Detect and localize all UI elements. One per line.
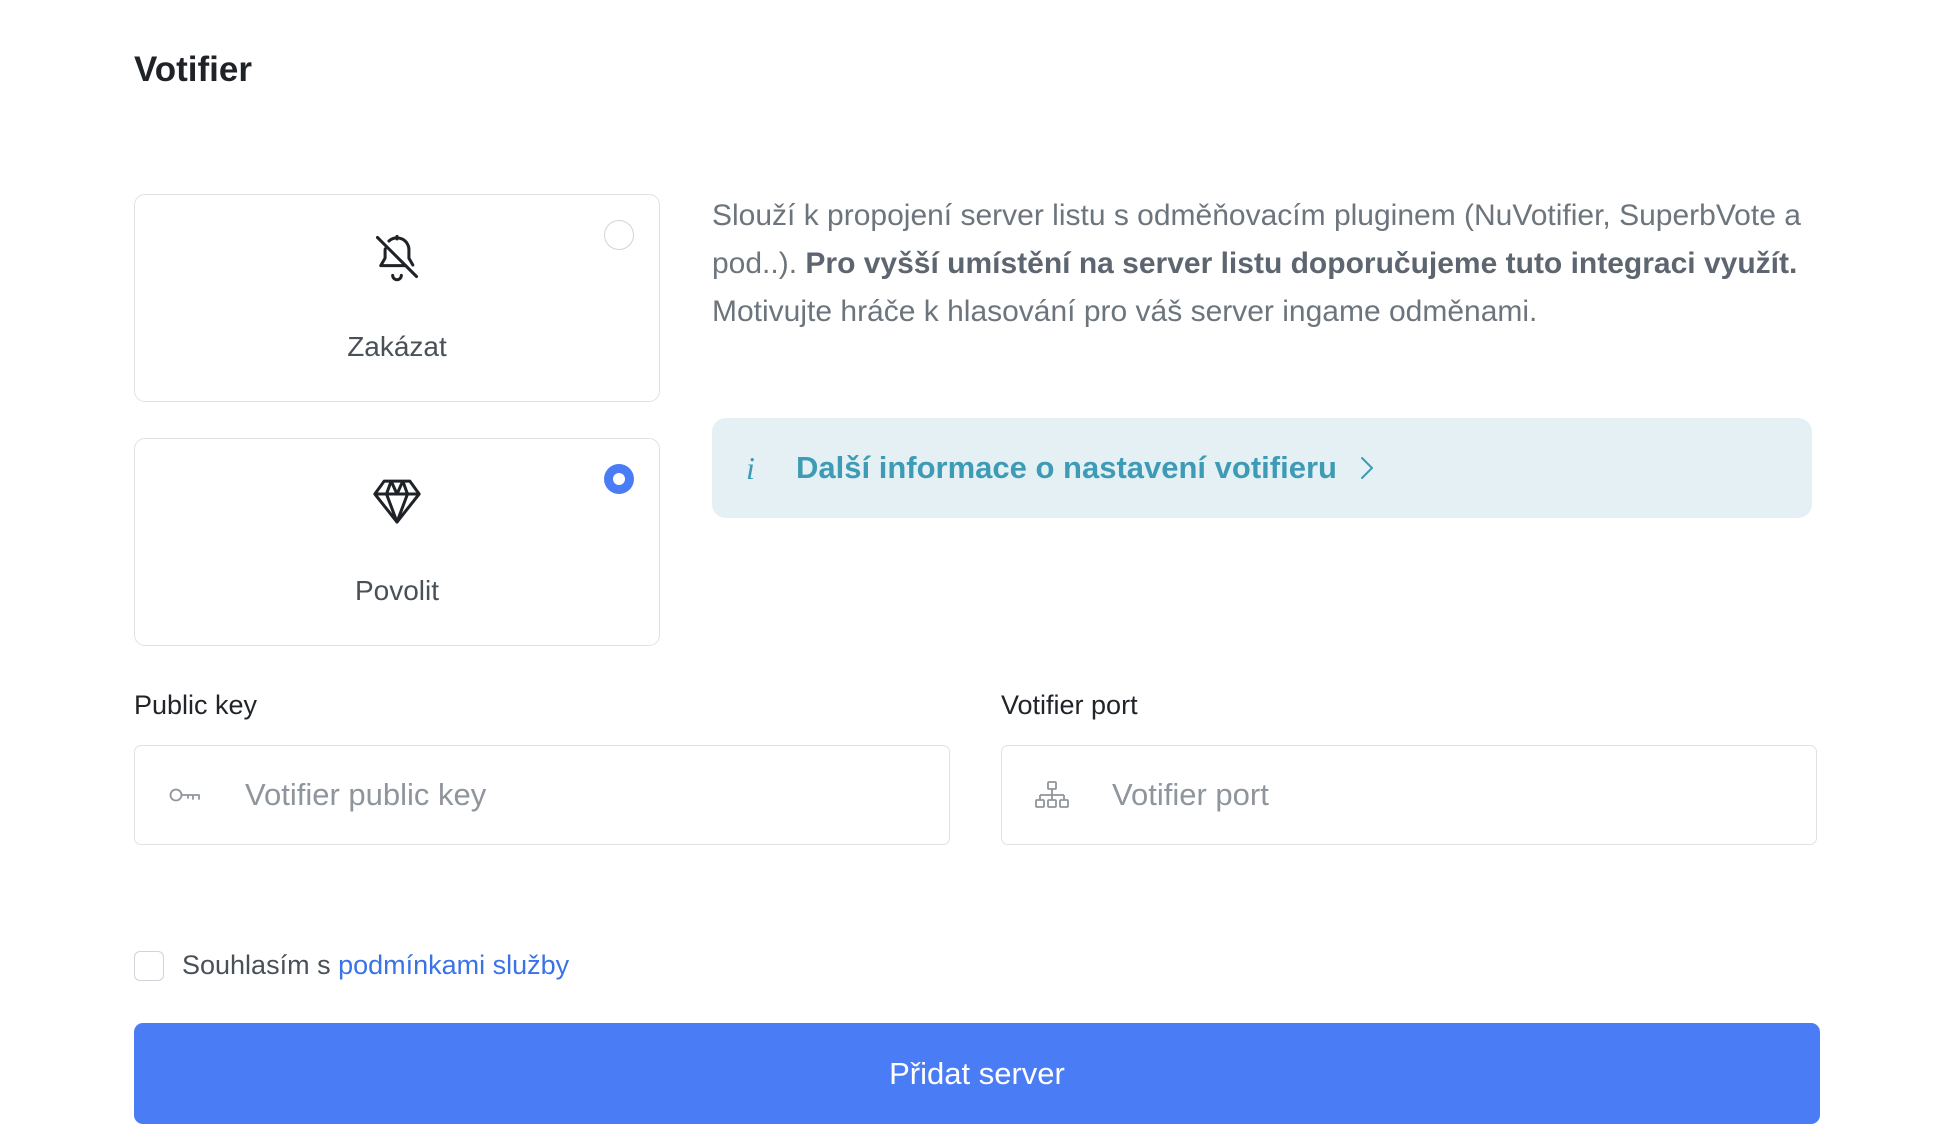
port-field[interactable] bbox=[1001, 745, 1817, 845]
description-text-end: Motivujte hráče k hlasování pro váš serv… bbox=[712, 295, 1538, 328]
public-key-label: Public key bbox=[134, 690, 258, 720]
terms-prefix: Souhlasím s bbox=[182, 950, 339, 980]
option-card-enable[interactable]: Povolit bbox=[134, 438, 660, 646]
terms-link[interactable]: podmínkami služby bbox=[338, 950, 569, 980]
add-server-button[interactable]: Přidat server bbox=[134, 1023, 1820, 1124]
radio-enable[interactable] bbox=[604, 464, 634, 494]
port-input[interactable] bbox=[1110, 776, 1794, 814]
option-card-disable[interactable]: Zakázat bbox=[134, 194, 660, 402]
info-icon: i bbox=[746, 449, 755, 486]
info-link-box[interactable]: i Další informace o nastavení votifieru bbox=[712, 418, 1812, 518]
info-link-text[interactable]: Další informace o nastavení votifieru bbox=[796, 450, 1337, 486]
votifier-description: Slouží k propojení server listu s odměňo… bbox=[712, 192, 1822, 336]
port-label: Votifier port bbox=[1001, 690, 1138, 720]
diamond-icon bbox=[369, 473, 425, 529]
network-icon bbox=[1034, 777, 1070, 813]
section-title: Votifier bbox=[134, 50, 252, 89]
terms-text: Souhlasím s podmínkami služby bbox=[182, 950, 569, 981]
option-label-disable: Zakázat bbox=[347, 331, 447, 362]
option-label-enable: Povolit bbox=[354, 575, 440, 606]
description-emphasis: Pro vyšší umístění na server listu dopor… bbox=[805, 247, 1798, 280]
public-key-field[interactable] bbox=[134, 745, 950, 845]
key-icon bbox=[167, 777, 203, 813]
terms-agreement: Souhlasím s podmínkami služby bbox=[134, 950, 569, 981]
chevron-right-icon bbox=[1359, 455, 1375, 481]
terms-checkbox[interactable] bbox=[134, 950, 164, 981]
radio-disable[interactable] bbox=[604, 220, 634, 250]
bell-off-icon bbox=[369, 229, 425, 285]
public-key-input[interactable] bbox=[243, 776, 927, 814]
